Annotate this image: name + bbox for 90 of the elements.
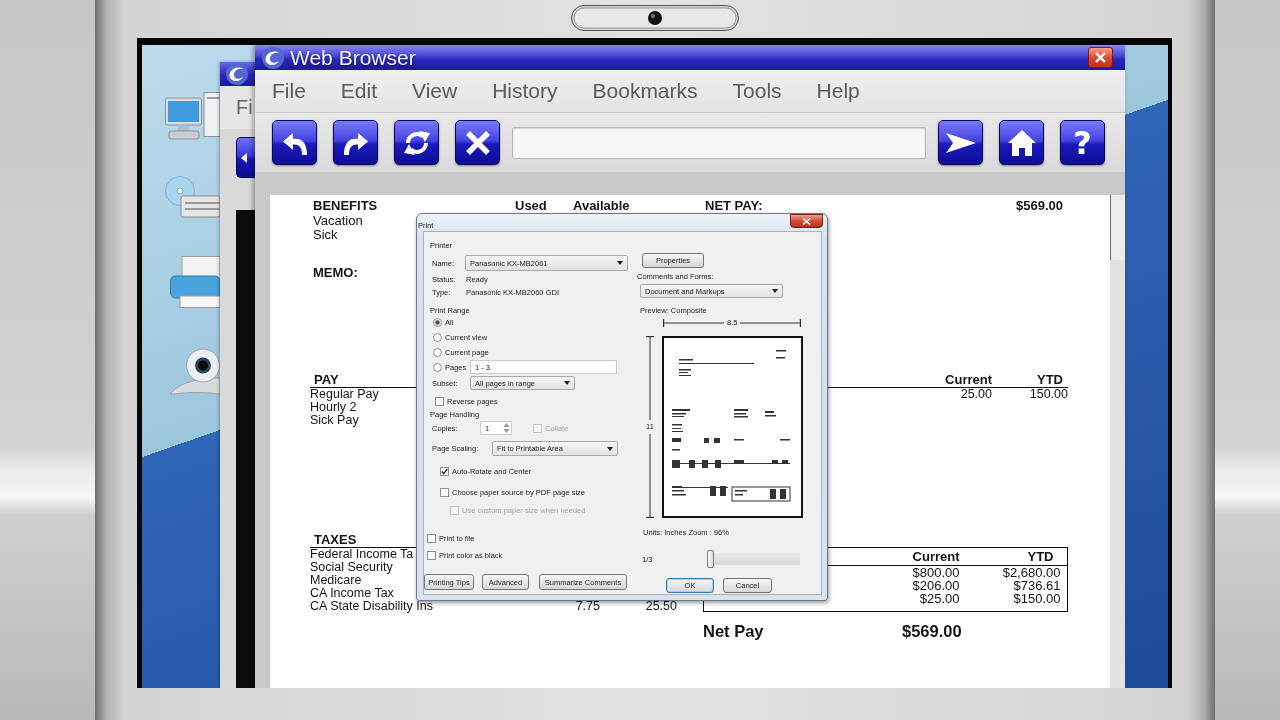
close-icon — [1095, 52, 1106, 63]
refresh-icon — [402, 128, 431, 157]
caret-icon — [772, 289, 778, 293]
home-icon — [1007, 129, 1036, 156]
column-header: Used — [515, 199, 547, 214]
column-header: Current — [912, 548, 960, 565]
go-button[interactable] — [938, 120, 983, 165]
window-title: Web Browser — [290, 45, 416, 70]
column-header: Available — [573, 199, 630, 214]
back-button[interactable] — [272, 120, 317, 165]
amount-text: 150.00 — [1029, 388, 1068, 401]
dimension-line — [663, 318, 724, 328]
column-header: YTD — [1027, 548, 1054, 565]
row-label: Federal Income Ta — [310, 548, 414, 561]
row-label: Regular Pay — [310, 388, 379, 401]
amount-text: $25.00 — [919, 592, 960, 605]
caret-icon — [617, 261, 623, 265]
forward-button[interactable] — [333, 120, 378, 165]
amount-text: $206.00 — [912, 579, 960, 592]
computer-icon[interactable] — [165, 92, 220, 140]
close-icon — [802, 217, 811, 225]
row-label: Hourly 2 — [310, 401, 357, 414]
checkbox[interactable] — [440, 466, 449, 476]
caret-icon — [607, 446, 613, 451]
menu-item[interactable]: Fi — [236, 96, 253, 119]
refresh-button[interactable] — [394, 120, 439, 165]
net-pay-amount: $569.00 — [902, 622, 962, 640]
row-label: Medicare — [310, 574, 362, 587]
section-heading: PAY — [314, 372, 339, 387]
net-pay-amount: $569.00 — [1016, 199, 1063, 214]
radio-button[interactable] — [433, 362, 442, 372]
cross-icon — [464, 129, 491, 156]
menu-item[interactable]: File — [272, 79, 306, 103]
close-button[interactable] — [1088, 47, 1113, 68]
amount-text: $150.00 — [1013, 592, 1061, 605]
webcam-icon[interactable] — [170, 348, 220, 395]
checkbox[interactable] — [435, 396, 444, 406]
dimension-line — [740, 318, 802, 328]
checkbox[interactable] — [427, 533, 436, 543]
spinner-icon[interactable] — [503, 422, 510, 434]
printer-icon[interactable] — [170, 256, 220, 308]
row-label: Social Security — [310, 561, 393, 574]
menu-item[interactable]: Help — [816, 79, 860, 103]
net-pay-label: NET PAY: — [705, 199, 763, 214]
curved-arrow-icon — [342, 130, 369, 155]
radio-button[interactable] — [433, 347, 442, 357]
close-button[interactable] — [790, 214, 823, 228]
toolbar-button[interactable] — [236, 137, 255, 178]
radio-button[interactable] — [433, 317, 442, 327]
row-label: Vacation — [313, 213, 363, 228]
swirl-logo-icon — [262, 46, 284, 69]
radio-button[interactable] — [433, 332, 442, 342]
row-label: CA State Disability Ins — [310, 600, 433, 613]
address-field[interactable] — [512, 126, 926, 159]
amount-text: 7.75 — [575, 600, 600, 613]
checkbox[interactable] — [440, 487, 449, 497]
checkbox[interactable] — [427, 550, 436, 560]
disc-drive-icon[interactable] — [165, 176, 220, 218]
section-heading: TAXES — [314, 532, 357, 547]
menu-item[interactable]: View — [412, 79, 458, 103]
menu-item[interactable]: History — [492, 79, 558, 103]
amount-text: $2,680.00 — [1002, 566, 1061, 579]
amount-text: 25.00 — [960, 388, 992, 401]
scrollbar[interactable] — [1110, 195, 1125, 688]
menu-item[interactable]: Bookmarks — [592, 79, 698, 103]
webcam-icon — [571, 5, 739, 31]
menu-item[interactable]: Edit — [340, 79, 378, 103]
swirl-logo-icon — [226, 63, 248, 85]
row-label: CA Income Tax — [310, 587, 394, 600]
amount-text: $800.00 — [912, 566, 960, 579]
amount-text: 25.50 — [645, 600, 677, 613]
row-label: Sick Pay — [310, 414, 359, 427]
scrollbar-thumb[interactable] — [1110, 195, 1125, 260]
column-header: YTD — [1037, 372, 1063, 387]
net-pay-label: Net Pay — [703, 622, 764, 640]
help-button[interactable]: ? — [1060, 120, 1105, 165]
arrow-icon — [241, 152, 247, 163]
slider-thumb[interactable] — [707, 550, 714, 568]
home-button[interactable] — [999, 120, 1044, 165]
menu-item[interactable]: Tools — [732, 79, 782, 103]
caret-icon — [564, 381, 570, 385]
stop-button[interactable] — [455, 120, 500, 165]
column-header: Current — [945, 372, 992, 387]
row-label: Sick — [313, 228, 338, 243]
curved-arrow-icon — [281, 130, 308, 155]
section-heading: BENEFITS — [313, 199, 378, 214]
memo-label: MEMO: — [313, 264, 358, 280]
page-slider[interactable] — [707, 550, 800, 568]
arrow-icon — [945, 132, 976, 153]
amount-text: $736.61 — [1013, 579, 1061, 592]
